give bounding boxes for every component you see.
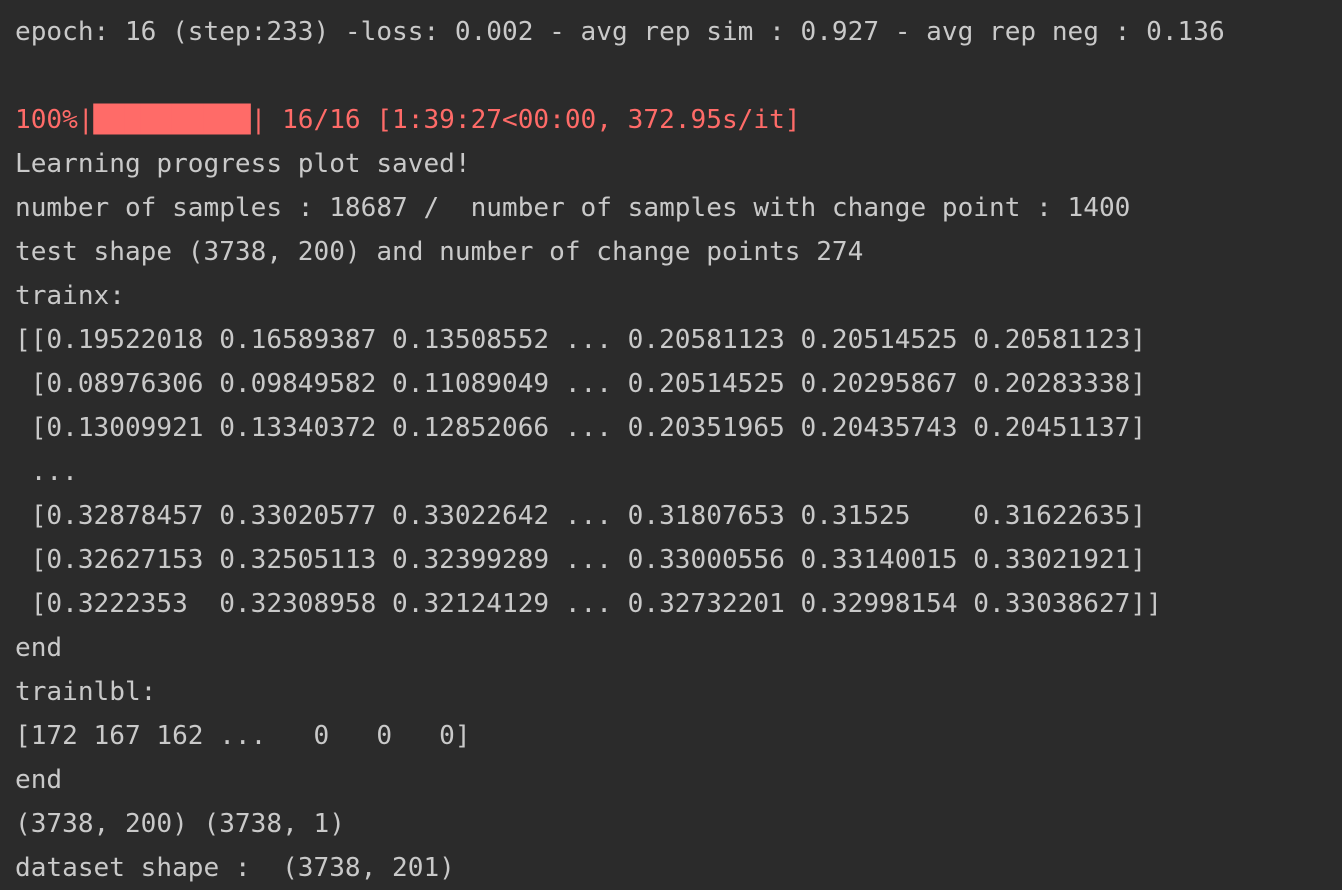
console-line-trainx-row: [0.3222353 0.32308958 0.32124129 ... 0.3… (15, 589, 1162, 619)
console-line-end: end (15, 765, 63, 795)
console-line-dataset-shape: dataset shape : (3738, 201) (15, 853, 455, 883)
console-line-test-shape: test shape (3738, 200) and number of cha… (15, 237, 864, 267)
console-output[interactable]: epoch: 16 (step:233) -loss: 0.002 - avg … (15, 10, 1225, 890)
console-line-epoch: epoch: 16 (step:233) -loss: 0.002 - avg … (15, 17, 1225, 47)
console-line-trainx-ellipsis: ... (15, 457, 78, 487)
console-line-trainx-row: [0.32627153 0.32505113 0.32399289 ... 0.… (15, 545, 1147, 575)
console-line-trainx-row: [0.32878457 0.33020577 0.33022642 ... 0.… (15, 501, 1147, 531)
console-line-trainx-label: trainx: (15, 281, 125, 311)
console-line-shapes: (3738, 200) (3738, 1) (15, 809, 345, 839)
console-line-end: end (15, 633, 63, 663)
console-line-trainx-row: [0.13009921 0.13340372 0.12852066 ... 0.… (15, 413, 1147, 443)
console-line-trainx-row: [0.08976306 0.09849582 0.11089049 ... 0.… (15, 369, 1147, 399)
console-line-trainx-row: [[0.19522018 0.16589387 0.13508552 ... 0… (15, 325, 1147, 355)
console-line-trainlbl-values: [172 167 162 ... 0 0 0] (15, 721, 471, 751)
console-line-sample-count: number of samples : 18687 / number of sa… (15, 193, 1131, 223)
console-line-progress-bar: 100%|██████████| 16/16 [1:39:27<00:00, 3… (15, 105, 801, 135)
console-line-trainlbl-label: trainlbl: (15, 677, 157, 707)
console-line-plot-saved: Learning progress plot saved! (15, 149, 471, 179)
